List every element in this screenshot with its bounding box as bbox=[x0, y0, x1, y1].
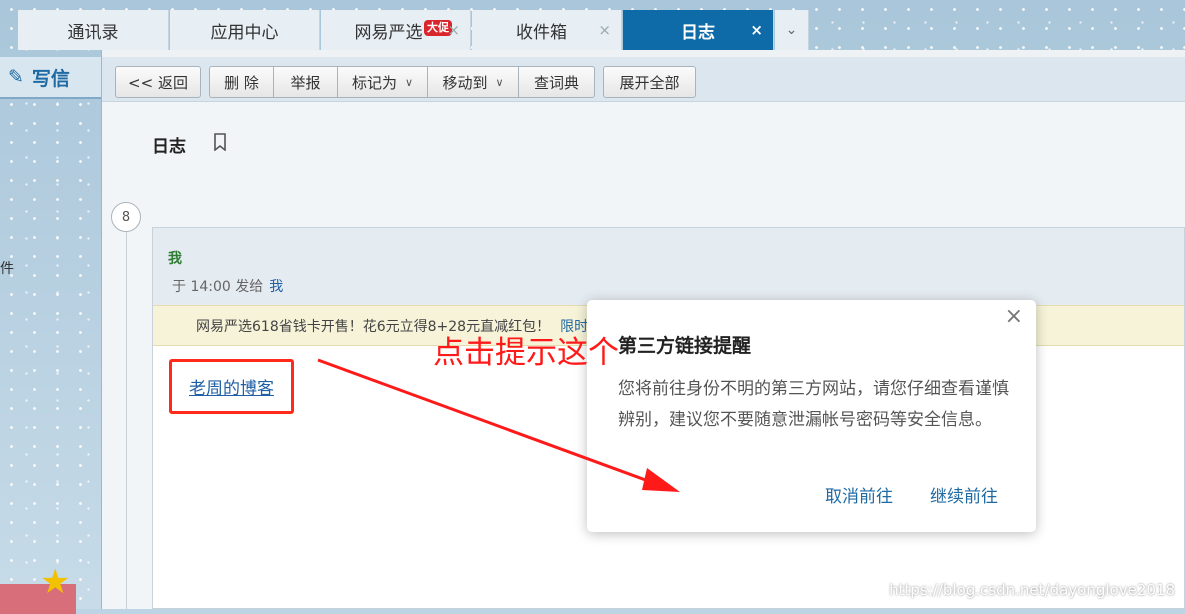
recipient-name[interactable]: 我 bbox=[269, 279, 283, 295]
mark-as-dropdown[interactable]: 标记为 ∨ bbox=[337, 66, 427, 98]
mail-subject: 日志 bbox=[152, 137, 186, 157]
close-icon[interactable]: × bbox=[598, 21, 611, 39]
close-icon[interactable]: × bbox=[750, 21, 763, 39]
chevron-down-icon: ∨ bbox=[404, 75, 414, 89]
back-button[interactable]: << 返回 bbox=[115, 66, 201, 98]
tab-journal[interactable]: 日志 × bbox=[623, 10, 774, 50]
compose-label: 写信 bbox=[31, 67, 70, 90]
third-party-link-dialog: × 第三方链接提醒 您将前往身份不明的第三方网站，请您仔细查看谨慎辨别，建议您不… bbox=[587, 300, 1036, 532]
mail-meta: 于 14:00 发给我 bbox=[172, 276, 283, 296]
dictionary-button[interactable]: 查词典 bbox=[518, 66, 595, 98]
bookmark-icon[interactable] bbox=[212, 133, 228, 156]
tab-label: 收件箱 bbox=[516, 22, 567, 43]
watermark: https://blog.csdn.net/dayonglove2018 bbox=[889, 581, 1175, 599]
expand-all-button[interactable]: 展开全部 bbox=[603, 66, 696, 98]
sender-name[interactable]: 我 bbox=[168, 248, 182, 268]
tab-bar: 通讯录 应用中心 网易严选 大促 × 收件箱 × 日志 × ⌄ bbox=[0, 10, 1185, 50]
tab-label: 通讯录 bbox=[67, 22, 119, 43]
thread-count-badge: 8 bbox=[111, 202, 141, 232]
delete-button[interactable]: 删 除 bbox=[209, 66, 273, 98]
annotation-text: 点击提示这个 bbox=[433, 335, 619, 371]
mail-header: 我 于 14:00 发给我 bbox=[153, 228, 1184, 305]
tab-label: 日志 bbox=[681, 22, 715, 43]
tab-label: 应用中心 bbox=[210, 22, 279, 43]
report-button[interactable]: 举报 bbox=[273, 66, 337, 98]
tab-app-center[interactable]: 应用中心 bbox=[170, 10, 320, 50]
compose-button[interactable]: ✎ 写信 bbox=[0, 57, 101, 99]
star-icon: ★ bbox=[40, 562, 71, 602]
tab-yanxuan[interactable]: 网易严选 大促 × bbox=[321, 10, 471, 50]
move-to-dropdown[interactable]: 移动到 ∨ bbox=[427, 66, 518, 98]
highlight-box: 老周的博客 bbox=[169, 359, 294, 414]
close-icon[interactable]: × bbox=[1005, 304, 1023, 329]
tab-label: 网易严选 bbox=[354, 22, 423, 43]
dialog-title: 第三方链接提醒 bbox=[618, 335, 752, 357]
cancel-button[interactable]: 取消前往 bbox=[825, 482, 893, 507]
chevron-down-icon: ⌄ bbox=[785, 22, 798, 38]
blog-link[interactable]: 老周的博客 bbox=[189, 374, 274, 399]
edit-icon: ✎ bbox=[8, 66, 24, 88]
send-time: 于 14:00 发给 bbox=[172, 279, 264, 295]
chevron-down-icon: ∨ bbox=[495, 75, 504, 89]
mark-as-label: 标记为 bbox=[351, 73, 397, 92]
continue-button[interactable]: 继续前往 bbox=[930, 482, 998, 507]
close-icon[interactable]: × bbox=[447, 21, 460, 39]
dialog-message: 您将前往身份不明的第三方网站，请您仔细查看谨慎辨别，建议您不要随意泄漏帐号密码等… bbox=[618, 379, 1009, 430]
move-to-label: 移动到 bbox=[442, 73, 488, 92]
tab-contacts[interactable]: 通讯录 bbox=[18, 10, 169, 50]
sidebar: ✎ 写信 件 ★ bbox=[0, 50, 102, 614]
toolbar: << 返回 删 除 举报 标记为 ∨ 移动到 ∨ 查词典 展开全部 bbox=[102, 57, 1185, 102]
action-button-group: 删 除 举报 标记为 ∨ 移动到 ∨ 查词典 bbox=[209, 66, 595, 98]
tab-inbox[interactable]: 收件箱 × bbox=[472, 10, 622, 50]
thread-timeline bbox=[126, 226, 127, 609]
tab-more-button[interactable]: ⌄ bbox=[775, 10, 809, 50]
sidebar-item-partial[interactable]: 件 bbox=[0, 258, 14, 278]
